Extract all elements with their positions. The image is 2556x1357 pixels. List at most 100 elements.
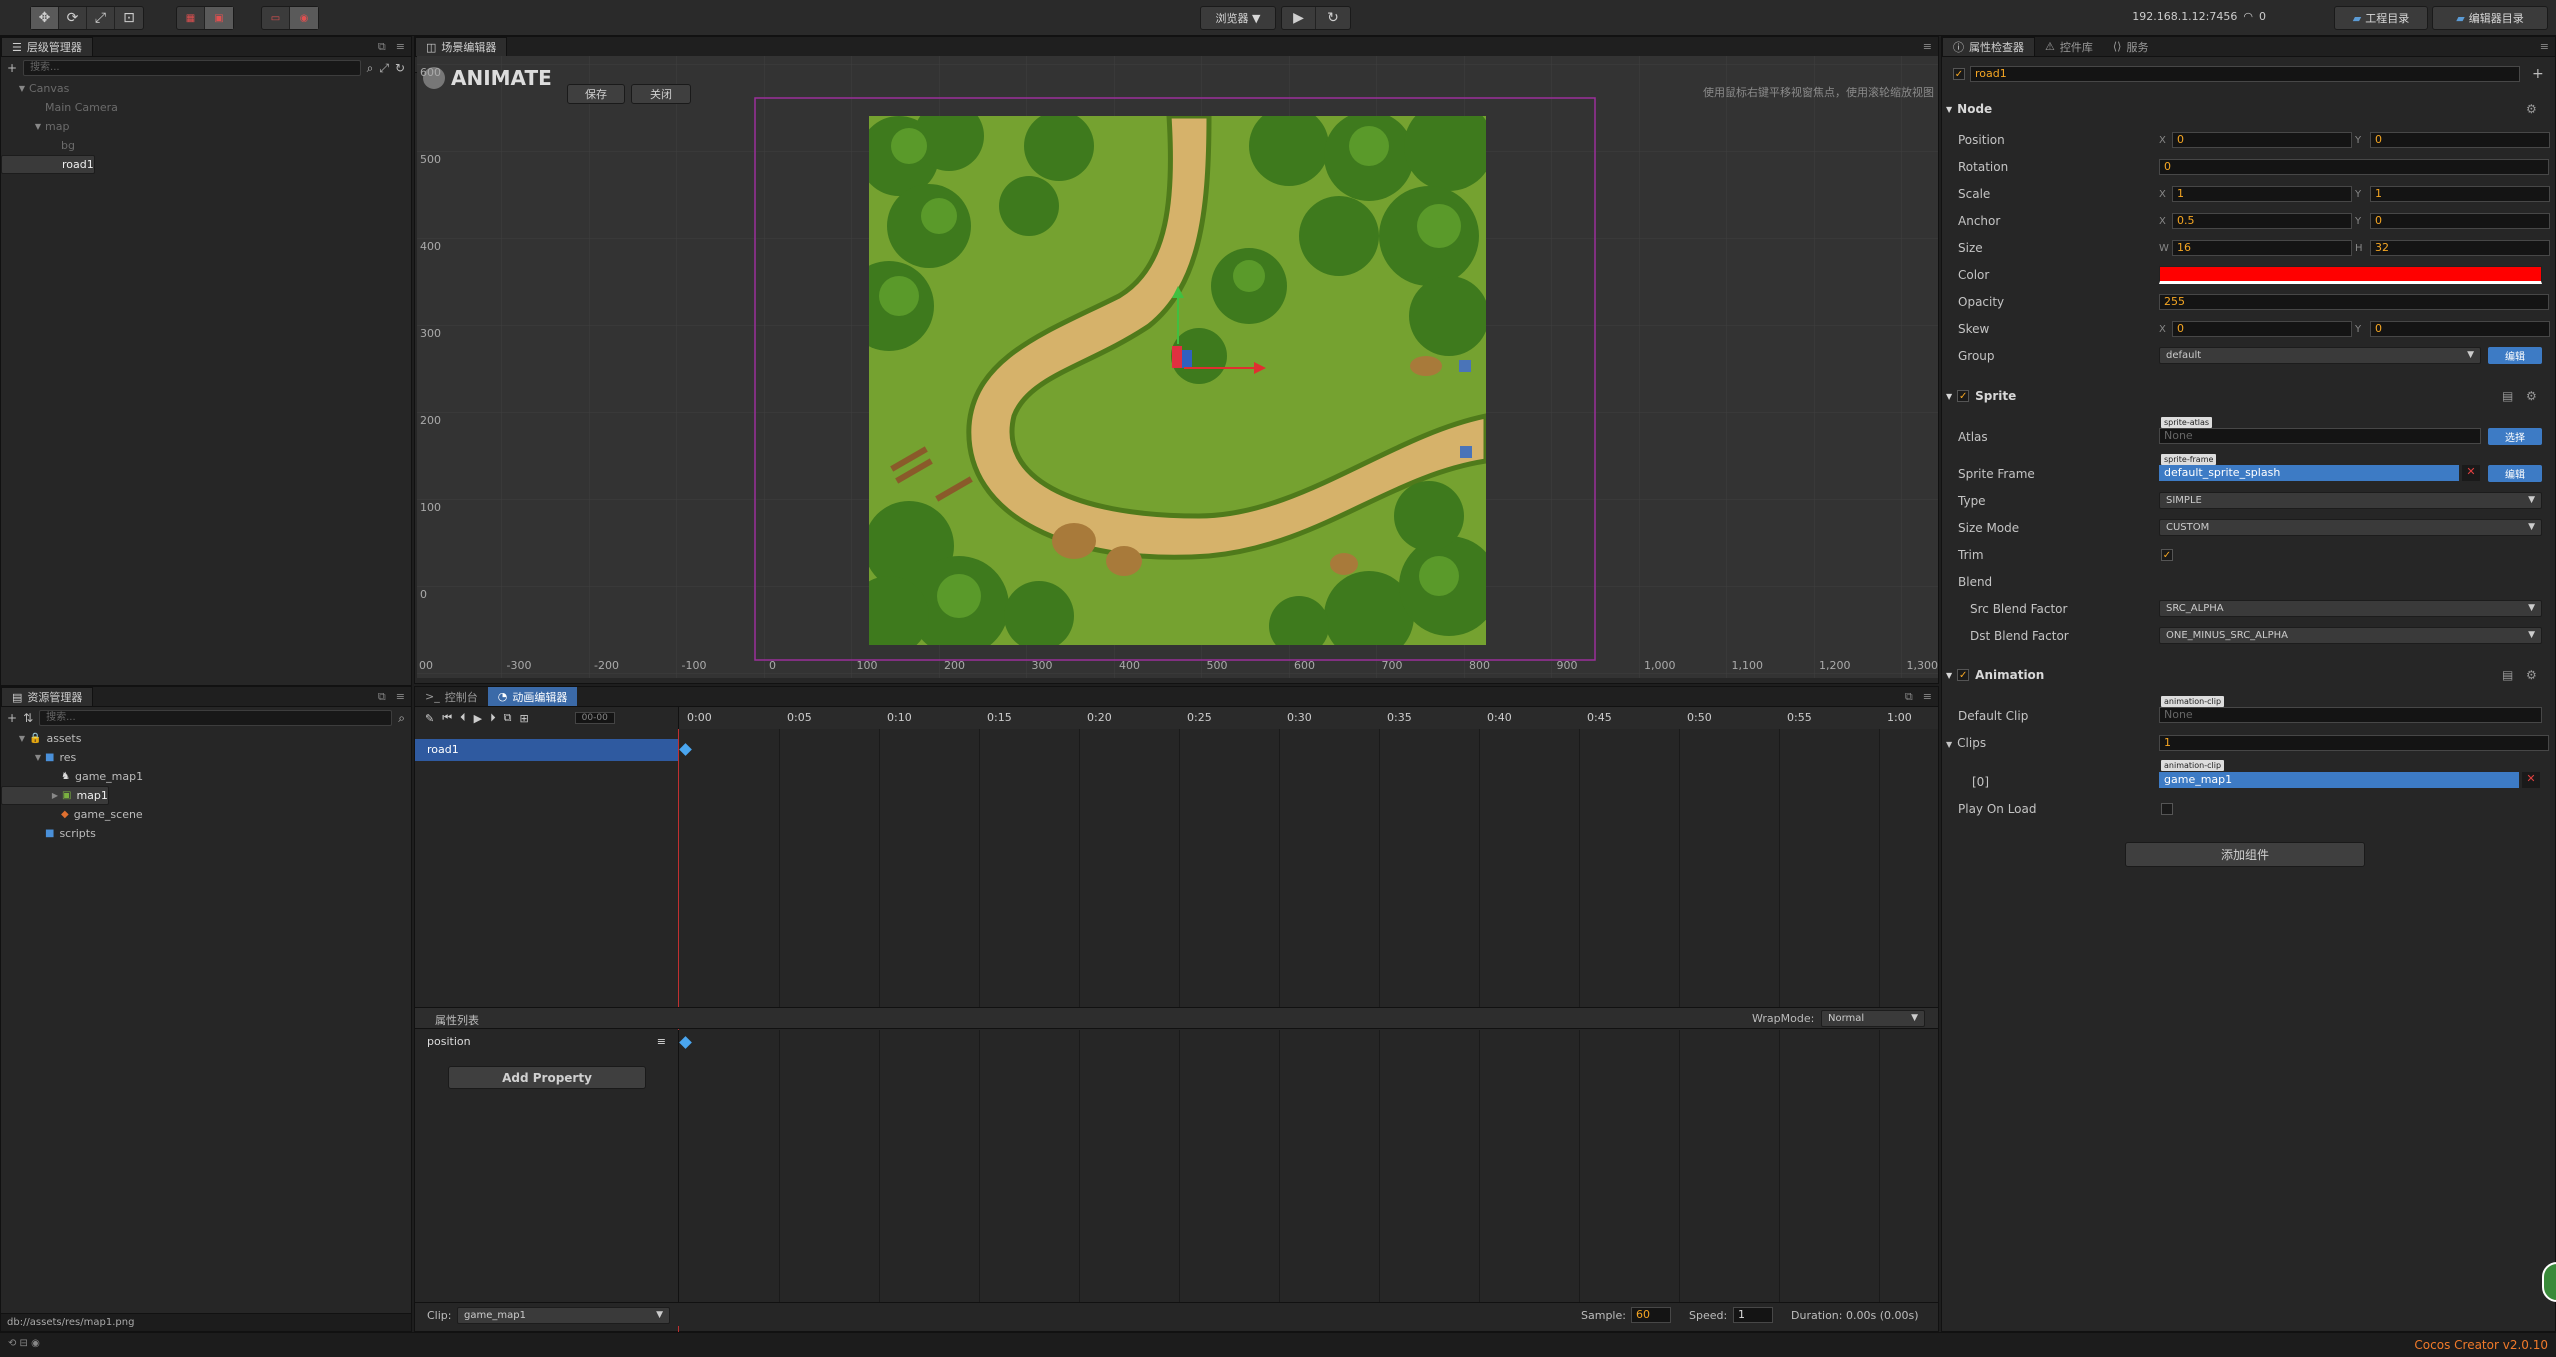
expand-arrow-icon[interactable]: ▼ [31,122,45,131]
rect-tool-icon[interactable]: ⊡ [115,7,143,29]
help-book-icon[interactable]: ▤ [2502,389,2513,403]
y-axis-arrow[interactable] [1177,296,1179,344]
tab-services[interactable]: ⟨⟩ 服务 [2103,37,2159,56]
hier-row[interactable]: ▼ map [1,117,411,136]
play-on-load-checkbox[interactable] [2161,803,2173,815]
save-button[interactable]: 保存 [567,84,625,104]
add-event-icon[interactable]: ⧉ [504,711,512,725]
hier-row[interactable]: ▼ Canvas [1,79,411,98]
dst-blend-select[interactable]: ONE_MINUS_SRC_ALPHA ▼ [2159,627,2542,644]
asset-row[interactable]: ▼ 🔒 assets [1,729,411,748]
scale-tool-icon[interactable]: ⤢ [87,7,115,29]
expand-arrow-icon[interactable]: ▼ [15,734,29,743]
asset-row[interactable]: ♞ game_map1 [1,767,411,786]
property-keyframe-grid[interactable] [678,1030,1980,1302]
sprite-section[interactable]: ▼ ✓ Sprite ▤ ⚙ [1946,386,2546,406]
map-sprite[interactable] [869,116,1486,645]
tab-scene[interactable]: ◫ 场景编辑器 [415,37,508,56]
next-frame-icon[interactable]: ⏵ [490,711,496,725]
current-time-field[interactable]: 00-00 [574,712,615,724]
default-clip-field[interactable]: None [2159,707,2542,723]
clips-label-row[interactable]: ▼ Clips [1946,736,1986,750]
clips-count-input[interactable]: 1 [2159,735,2549,751]
refresh-icon[interactable]: ↻ [395,61,405,75]
add-node-icon[interactable]: + [7,61,17,75]
sample-input[interactable]: 60 [1631,1307,1671,1323]
anchor-x-input[interactable]: 0.5 [2172,213,2352,229]
size-mode-select[interactable]: CUSTOM ▼ [2159,519,2542,536]
add-asset-icon[interactable]: + [7,711,17,725]
rotation-input[interactable]: 0 [2159,159,2549,175]
asset-row[interactable]: ◆ game_scene [1,805,411,824]
hier-row[interactable]: bg [1,136,411,155]
animation-section[interactable]: ▼ ✓ Animation ▤ ⚙ [1946,665,2546,685]
expand-arrow-icon[interactable]: ▶ [48,788,62,803]
expand-icon[interactable]: ⤢ [379,61,389,76]
help-book-icon[interactable]: ▤ [2502,668,2513,682]
clear-icon[interactable]: ✕ [2522,772,2540,788]
tab-assets[interactable]: ▤ 资源管理器 [1,687,94,706]
scale-x-input[interactable]: 1 [2172,186,2352,202]
node-keyframe-grid[interactable] [678,729,1980,1007]
menu-icon[interactable]: ≡ [2540,40,2549,53]
gear-icon[interactable]: ⚙ [2526,102,2537,116]
skew-x-input[interactable]: 0 [2172,321,2352,337]
scene-viewport[interactable]: ANIMATE 保存 关闭 使用鼠标右键平移视窗焦点，使用滚轮缩放视图 600 5… [417,56,1938,678]
node-name-input[interactable]: road1 [1970,66,2520,82]
tab-hierarchy[interactable]: ☰ 层级管理器 [1,37,93,56]
node-track-road1[interactable]: road1 [415,739,678,761]
clear-icon[interactable]: ✕ [2462,465,2480,481]
size-h-input[interactable]: 32 [2370,240,2550,256]
search-icon[interactable]: ⌕ [398,711,405,726]
sprite-frame-field[interactable]: default_sprite_splash [2159,465,2459,481]
gear-icon[interactable]: ⚙ [2526,389,2537,403]
prev-frame-icon[interactable]: ⏴ [460,711,466,725]
anchor-y-input[interactable]: 0 [2370,213,2550,229]
record-toggle-icon[interactable]: ✎ [425,712,434,725]
wrapmode-select[interactable]: Normal ▼ [1821,1010,1925,1027]
project-dir-button[interactable]: ▰ 工程目录 [2334,6,2428,30]
scale-y-input[interactable]: 1 [2370,186,2550,202]
menu-icon[interactable]: ≡ [396,690,405,704]
position-x-input[interactable]: 0 [2172,132,2352,148]
sprite-frame-edit-button[interactable]: 编辑 [2488,465,2542,482]
clip0-field[interactable]: game_map1 [2159,772,2519,788]
popout-icon[interactable]: ⧉ [1905,690,1913,704]
add-component-button[interactable]: 添加组件 [2125,842,2365,867]
jump-first-icon[interactable]: ⏮ [442,711,452,725]
tab-animation[interactable]: ◔ 动画编辑器 [487,687,578,706]
rotate-tool-icon[interactable]: ⟳ [59,7,87,29]
sprite-enabled-checkbox[interactable]: ✓ [1957,390,1970,402]
floating-badge-icon[interactable] [2542,1262,2556,1302]
search-icon[interactable]: ⌕ [367,61,374,76]
skew-y-input[interactable]: 0 [2370,321,2550,337]
src-blend-select[interactable]: SRC_ALPHA ▼ [2159,600,2542,617]
menu-icon[interactable]: ≡ [1923,690,1932,704]
add-icon[interactable]: + [2532,66,2544,82]
property-track-position[interactable]: position ≡ [415,1031,678,1053]
menu-icon[interactable]: ≡ [396,40,405,54]
animation-enabled-checkbox[interactable]: ✓ [1957,669,1970,681]
node-section[interactable]: ▼ Node ⚙ [1946,99,2546,119]
hierarchy-search-input[interactable]: 搜索... [23,60,361,76]
trim-checkbox[interactable]: ✓ [2161,549,2173,561]
editor-dir-button[interactable]: ▰ 编辑器目录 [2432,6,2548,30]
time-ruler[interactable]: 0:00 0:05 0:10 0:15 0:20 0:25 0:30 0:35 0:40 0:45… [678,707,1938,729]
tab-widgets[interactable]: ⚠ 控件库 [2035,37,2103,56]
expand-arrow-icon[interactable]: ▼ [31,753,45,762]
clip-select[interactable]: game_map1 ▼ [457,1307,670,1324]
property-menu-icon[interactable]: ≡ [657,1031,666,1053]
gear-icon[interactable]: ⚙ [2526,668,2537,682]
play-icon[interactable]: ▶ [1282,7,1316,29]
add-property-button[interactable]: Add Property [448,1066,646,1089]
tab-inspector[interactable]: ⓘ 属性检查器 [1942,37,2035,56]
hier-row[interactable]: Main Camera [1,98,411,117]
sort-icon[interactable]: ⇅ [23,711,33,725]
assets-search-input[interactable]: 搜索... [39,710,393,726]
3d-toggle-icon[interactable]: ◉ [290,7,318,29]
position-y-input[interactable]: 0 [2370,132,2550,148]
expand-arrow-icon[interactable]: ▼ [15,84,29,93]
asset-row[interactable]: ▶ ▣ map1 [1,786,109,805]
menu-icon[interactable]: ≡ [1923,40,1932,53]
move-tool-icon[interactable]: ✥ [31,7,59,29]
